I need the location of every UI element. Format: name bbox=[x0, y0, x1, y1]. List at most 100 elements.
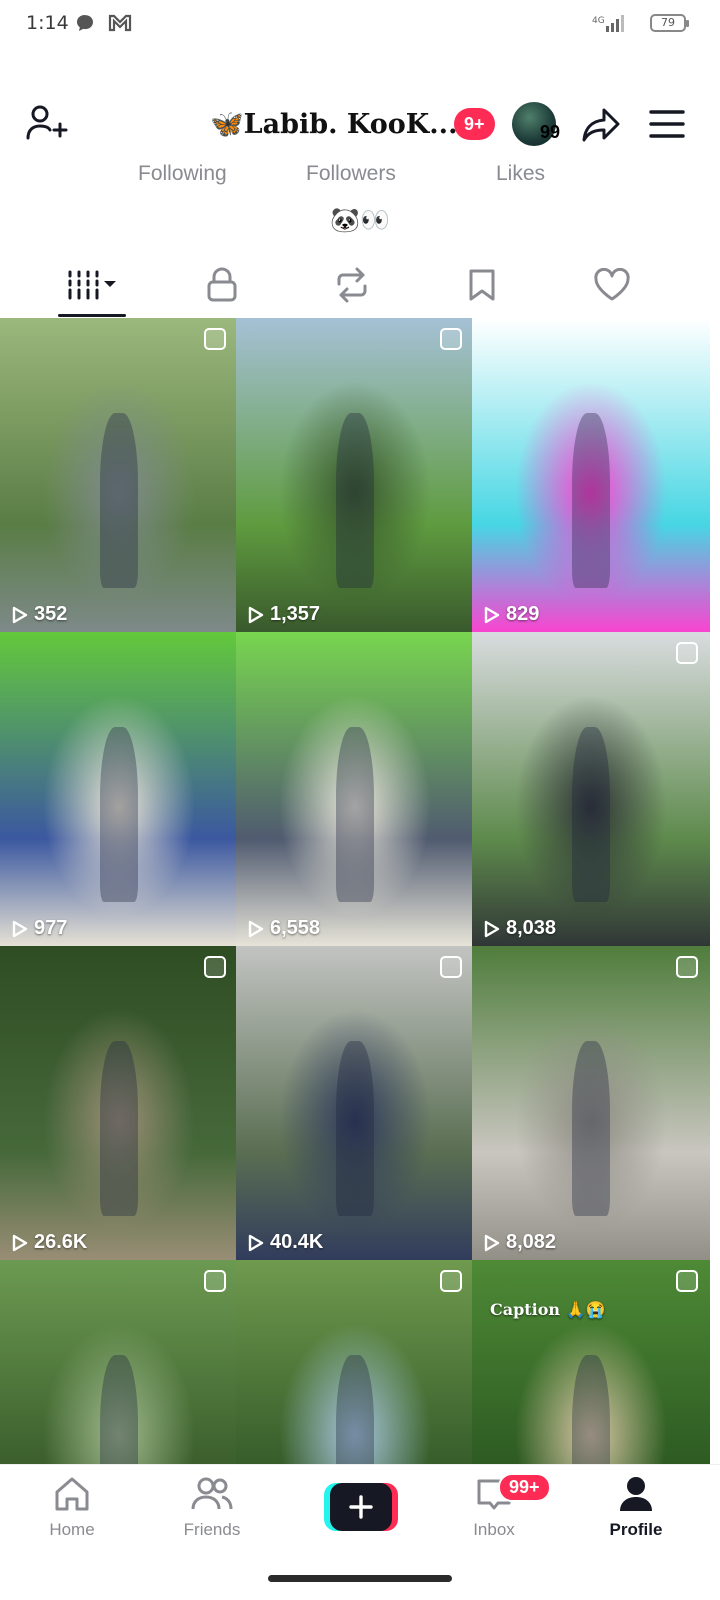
notification-badge[interactable]: 9+ bbox=[454, 108, 495, 140]
nav-friends-label: Friends bbox=[183, 1520, 241, 1539]
tab-favorites[interactable] bbox=[448, 260, 516, 310]
multi-photo-icon bbox=[440, 328, 462, 350]
video-tile[interactable]: 6,558 bbox=[236, 632, 474, 950]
view-count: 8,038 bbox=[484, 917, 556, 940]
thumbnail-image bbox=[335, 1355, 375, 1464]
video-tile[interactable]: 40.4K bbox=[236, 946, 474, 1264]
profile-stats: Following Followers Likes bbox=[0, 158, 720, 194]
following-label[interactable]: Following bbox=[138, 162, 227, 186]
view-count: 829 bbox=[484, 603, 539, 626]
video-tile[interactable]: Caption 🙏😭 bbox=[472, 1260, 710, 1464]
followers-label[interactable]: Followers bbox=[306, 162, 396, 186]
multi-photo-icon bbox=[204, 1270, 226, 1292]
multi-photo-icon bbox=[204, 328, 226, 350]
play-icon bbox=[248, 920, 264, 937]
nav-profile-label: Profile bbox=[609, 1520, 663, 1539]
thumbnail-image bbox=[571, 1041, 611, 1217]
thumbnail-image bbox=[335, 1041, 375, 1217]
create-button[interactable] bbox=[324, 1483, 398, 1531]
lock-icon bbox=[207, 267, 237, 302]
view-count-text: 977 bbox=[34, 917, 68, 939]
view-count-text: 8,038 bbox=[506, 917, 557, 939]
active-tab-indicator bbox=[58, 314, 126, 317]
bookmark-icon bbox=[469, 269, 495, 301]
bottom-nav: Home Friends Inbox 99+ Profile bbox=[0, 1464, 720, 1568]
play-icon bbox=[12, 606, 28, 623]
add-friend-icon[interactable] bbox=[24, 102, 68, 151]
video-tile[interactable]: 8,038 bbox=[472, 632, 710, 950]
tab-videos[interactable] bbox=[58, 260, 126, 310]
tab-private[interactable] bbox=[188, 260, 256, 310]
multi-photo-icon bbox=[440, 956, 462, 978]
menu-icon[interactable] bbox=[648, 106, 686, 147]
tab-liked[interactable] bbox=[578, 260, 646, 310]
nav-inbox-label: Inbox bbox=[473, 1520, 515, 1539]
video-tile[interactable]: 829 bbox=[472, 318, 710, 636]
thumbnail-image bbox=[571, 1355, 611, 1464]
video-tile[interactable] bbox=[0, 1260, 238, 1464]
chat-bubble-icon bbox=[74, 12, 96, 39]
status-time: 1:14 bbox=[26, 12, 69, 34]
view-count: 8,082 bbox=[484, 1231, 556, 1254]
thumbnail-image bbox=[335, 413, 375, 589]
likes-label: Likes bbox=[496, 162, 546, 185]
nav-friends[interactable]: Friends bbox=[152, 1475, 272, 1540]
friends-icon bbox=[191, 1477, 233, 1510]
nav-home-label: Home bbox=[49, 1520, 95, 1539]
video-tile[interactable]: 352 bbox=[0, 318, 238, 636]
play-icon bbox=[484, 1234, 500, 1251]
video-tile[interactable]: 1,357 bbox=[236, 318, 474, 636]
story-count: 99 bbox=[540, 122, 561, 142]
home-icon bbox=[55, 1477, 89, 1511]
play-icon bbox=[248, 1234, 264, 1251]
video-tile[interactable]: 26.6K bbox=[0, 946, 238, 1264]
video-tile[interactable]: 8,082 bbox=[472, 946, 710, 1264]
video-tile[interactable]: 977 bbox=[0, 632, 238, 950]
view-count-text: 8,082 bbox=[506, 1231, 557, 1253]
view-count: 1,357 bbox=[248, 603, 320, 626]
play-icon bbox=[484, 920, 500, 937]
view-count-text: 1,357 bbox=[270, 603, 321, 625]
multi-photo-icon bbox=[204, 956, 226, 978]
thumbnail-image bbox=[571, 727, 611, 903]
heart-icon bbox=[594, 268, 630, 301]
thumbnail-image bbox=[335, 727, 375, 903]
view-count: 6,558 bbox=[248, 917, 320, 940]
signal-icon: 4G bbox=[592, 14, 628, 39]
play-icon bbox=[12, 920, 28, 937]
play-icon bbox=[248, 606, 264, 623]
view-count-text: 26.6K bbox=[34, 1231, 88, 1253]
inbox-badge: 99+ bbox=[498, 1473, 551, 1502]
nav-profile[interactable]: Profile bbox=[576, 1475, 696, 1540]
view-count-text: 352 bbox=[34, 603, 68, 625]
share-icon[interactable] bbox=[580, 102, 624, 151]
profile-header: 🦋Labib. KooK... 9+ 99 bbox=[0, 92, 720, 162]
play-icon bbox=[12, 1234, 28, 1251]
multi-photo-icon bbox=[676, 1270, 698, 1292]
profile-name[interactable]: 🦋Labib. KooK... bbox=[210, 108, 457, 140]
play-icon bbox=[484, 606, 500, 623]
status-bar: 1:14 4G 79 bbox=[0, 0, 720, 48]
view-count-text: 829 bbox=[506, 603, 540, 625]
profile-bio: 🐼👀 bbox=[330, 206, 390, 234]
multi-photo-icon bbox=[676, 956, 698, 978]
video-tile[interactable] bbox=[236, 1260, 474, 1464]
view-count-text: 6,558 bbox=[270, 917, 321, 939]
thumbnail-image bbox=[99, 1355, 139, 1464]
view-count: 352 bbox=[12, 603, 67, 626]
home-indicator bbox=[268, 1575, 452, 1582]
grid-sort-icon bbox=[68, 270, 116, 300]
tab-reposts[interactable] bbox=[318, 260, 386, 310]
profile-tabs bbox=[0, 252, 720, 318]
multi-photo-icon bbox=[440, 1270, 462, 1292]
repost-icon bbox=[337, 267, 367, 303]
thumbnail-image bbox=[99, 413, 139, 589]
tile-caption: Caption 🙏😭 bbox=[490, 1300, 606, 1319]
nav-home[interactable]: Home bbox=[12, 1475, 132, 1540]
view-count: 40.4K bbox=[248, 1231, 323, 1254]
gmail-icon bbox=[108, 12, 132, 39]
battery-icon: 79 bbox=[650, 14, 689, 32]
multi-photo-icon bbox=[676, 642, 698, 664]
video-grid: 352 1,357 829 977 6,558 8,038 26.6K 40.4K 8,082 C… bbox=[0, 318, 720, 1464]
view-count-text: 40.4K bbox=[270, 1231, 324, 1253]
